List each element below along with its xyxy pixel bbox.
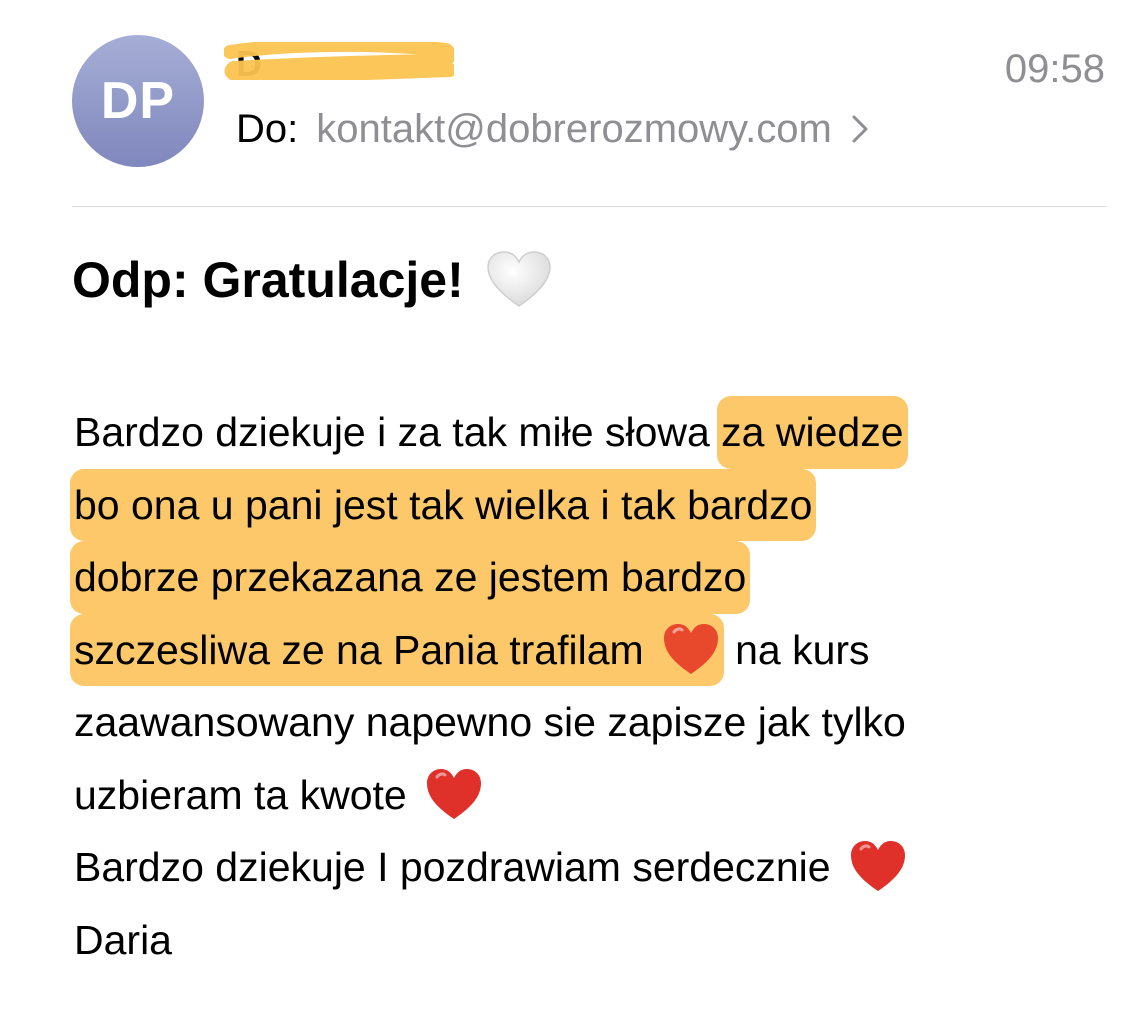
white-heart-icon [486, 251, 551, 307]
avatar-initials: DP [100, 72, 176, 130]
avatar[interactable]: DP [72, 35, 204, 167]
subject-text: Odp: Gratulacje! [72, 252, 464, 308]
body-line: Bardzo dziekuje I pozdrawiam serdecznie [74, 831, 1114, 904]
red-heart-icon [426, 768, 481, 819]
highlighted-text: za wiedze [717, 396, 908, 469]
highlighted-text: bo ona u pani jest tak wielka i tak bard… [70, 468, 817, 541]
email-subject: Odp: Gratulacje! [72, 245, 552, 315]
body-line: uzbieram ta kwote [74, 759, 1114, 832]
chevron-right-icon[interactable] [850, 114, 870, 144]
highlighted-text: dobrze przekazana ze jestem bardzo [70, 541, 751, 614]
recipient-row[interactable]: Do: kontakt@dobrerozmowy.com [236, 106, 870, 152]
body-line: bo ona u pani jest tak wielka i tak bard… [70, 468, 1114, 541]
highlighted-text: szczesliwa ze na Pania trafilam [70, 613, 724, 686]
body-text: uzbieram ta kwote [74, 771, 407, 818]
email-body: Bardzo dziekuje i za tak miłe słowa za w… [70, 396, 1114, 977]
body-text: zaawansowany napewno sie zapisze jak tyl… [74, 699, 906, 745]
body-text: Bardzo dziekuje i za tak miłe słowa [74, 409, 722, 455]
body-text: na kurs [723, 626, 870, 673]
body-line: Bardzo dziekuje i za tak miłe słowa za w… [74, 396, 1114, 469]
signature: Daria [74, 916, 172, 963]
to-address[interactable]: kontakt@dobrerozmowy.com [316, 106, 832, 152]
to-label: Do: [236, 107, 299, 151]
highlighted-text-part: szczesliwa ze na Pania trafilam [74, 626, 644, 673]
red-heart-icon [850, 841, 905, 892]
body-line: Daria [74, 904, 1114, 977]
body-line: zaawansowany napewno sie zapisze jak tyl… [74, 686, 1114, 759]
received-time: 09:58 [1004, 47, 1105, 91]
header-divider [72, 206, 1107, 207]
orange-heart-icon [663, 623, 718, 674]
body-line: szczesliwa ze na Pania trafilam na kurs [70, 613, 1114, 686]
body-text: Bardzo dziekuje I pozdrawiam serdecznie [74, 844, 831, 890]
redaction-mark [224, 42, 454, 80]
body-line: dobrze przekazana ze jestem bardzo [70, 541, 1114, 614]
